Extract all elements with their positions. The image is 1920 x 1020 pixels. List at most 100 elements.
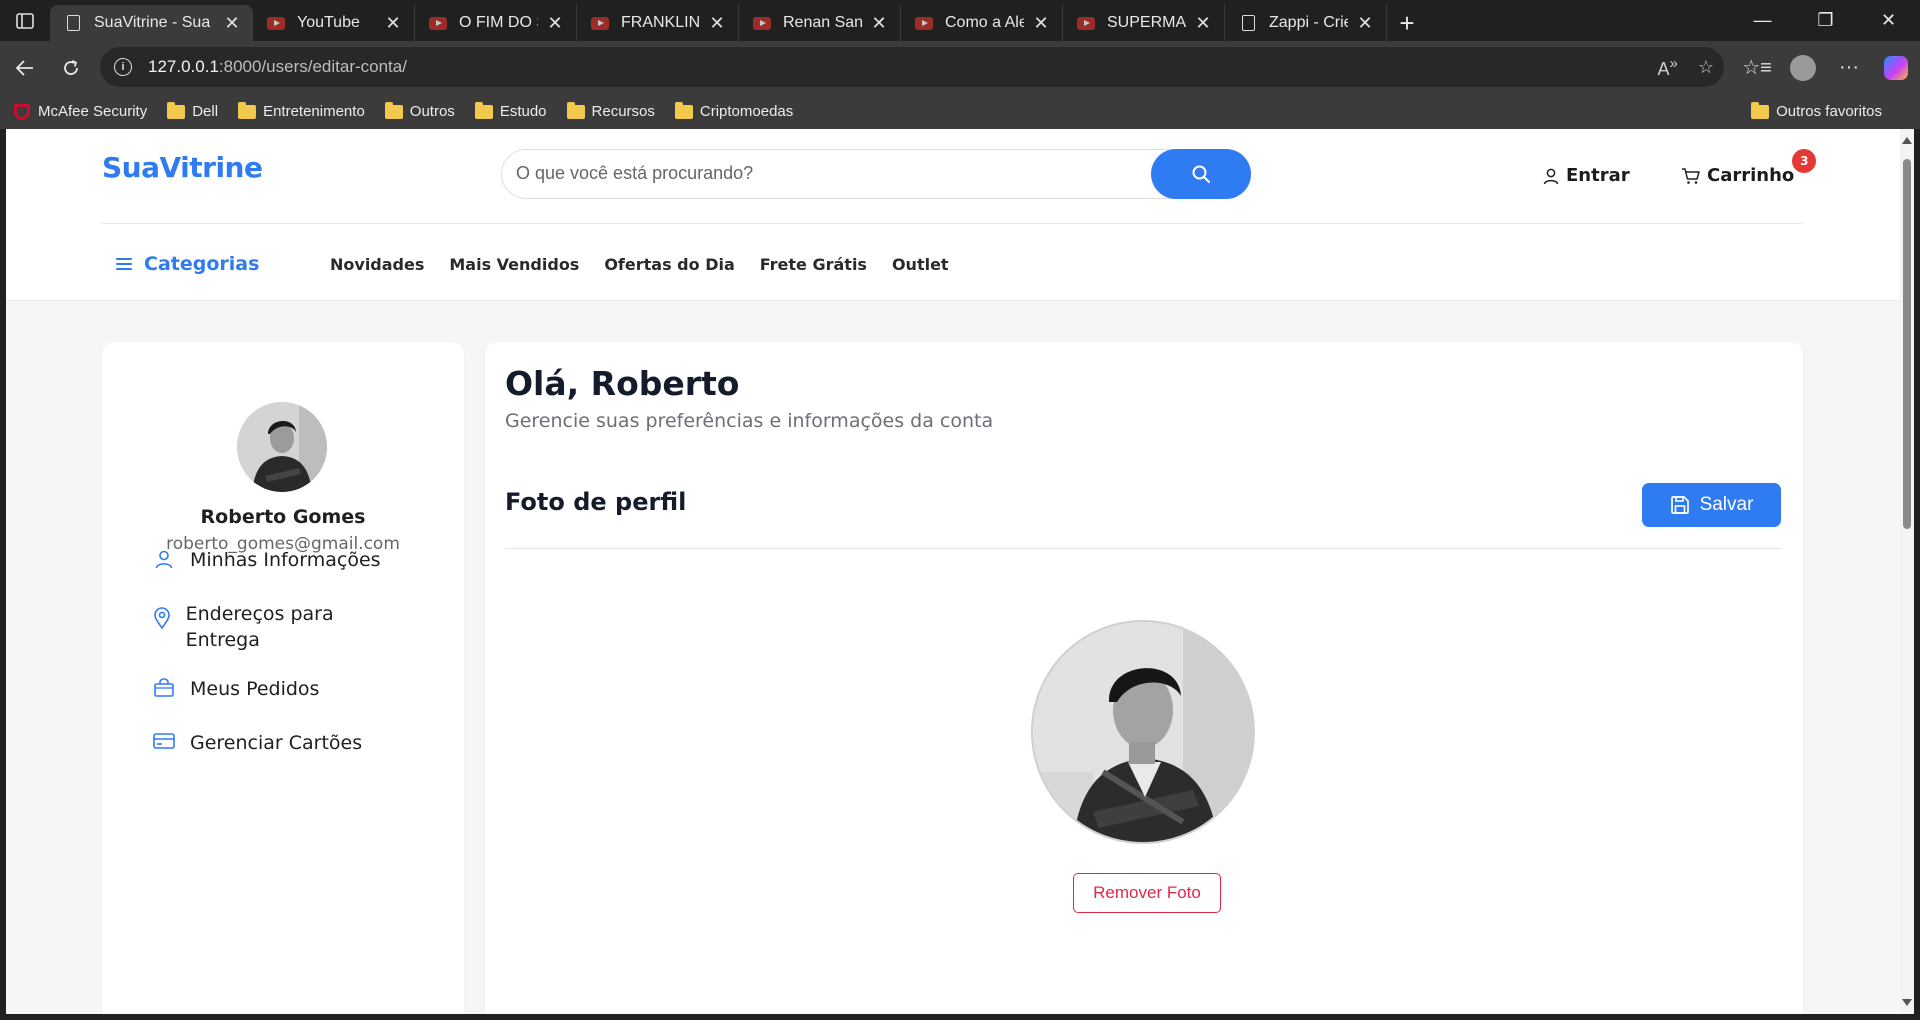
bookmark-folder[interactable]: Recursos — [566, 101, 655, 120]
folder-icon — [167, 101, 186, 119]
youtube-icon — [591, 14, 609, 32]
read-aloud-icon[interactable]: A» — [1658, 55, 1678, 80]
scrollbar-thumb[interactable] — [1903, 159, 1911, 529]
new-tab-button[interactable]: + — [1387, 5, 1427, 41]
youtube-icon — [1077, 14, 1095, 32]
account-sidebar: Roberto Gomes roberto_gomes@gmail.com Mi… — [102, 342, 464, 1014]
save-icon — [1670, 496, 1689, 514]
save-label: Salvar — [1699, 494, 1754, 515]
remove-photo-button[interactable]: Remover Foto — [1073, 873, 1221, 913]
folder-icon — [566, 101, 585, 119]
address-bar[interactable]: i 127.0.0.1:8000/users/editar-conta/ A» … — [100, 47, 1724, 87]
bookmark-folder[interactable]: Outros — [384, 101, 455, 120]
search-icon — [1192, 165, 1210, 183]
save-button[interactable]: Salvar — [1642, 483, 1781, 527]
favorites-icon[interactable]: ☆≡ — [1734, 55, 1780, 80]
nav-mais-vendidos[interactable]: Mais Vendidos — [449, 255, 579, 274]
search-input[interactable] — [516, 150, 1116, 197]
profile-photo[interactable] — [1031, 620, 1255, 844]
cart-link[interactable]: Carrinho 3 — [1681, 149, 1817, 186]
bookmark-folder[interactable]: Entretenimento — [238, 101, 365, 120]
close-icon[interactable]: ✕ — [708, 13, 726, 34]
categories-menu-button[interactable]: Categorias — [116, 253, 259, 275]
profile-avatar-icon[interactable] — [1790, 54, 1816, 81]
bookmark-folder[interactable]: Dell — [167, 101, 218, 120]
cart-count-badge: 3 — [1792, 149, 1817, 173]
youtube-icon — [429, 14, 447, 32]
more-menu-icon[interactable]: ··· — [1826, 56, 1872, 79]
page-icon — [64, 14, 82, 32]
bookmark-folder[interactable]: Estudo — [474, 101, 547, 120]
sidebar-item-gerenciar-cartoes[interactable]: Gerenciar Cartões — [152, 730, 362, 756]
page-icon — [1239, 14, 1257, 32]
copilot-icon[interactable] — [1884, 55, 1908, 80]
tab-title: Zappi - Crie sua lo — [1269, 14, 1348, 31]
user-icon — [1543, 168, 1559, 184]
sidebar-item-meus-pedidos[interactable]: Meus Pedidos — [152, 676, 319, 702]
browser-tab-youtube[interactable]: YouTube ✕ — [253, 5, 415, 41]
browser-tab[interactable]: Como a Alemanha ✕ — [901, 5, 1063, 41]
close-icon[interactable]: ✕ — [1356, 13, 1374, 34]
close-icon[interactable]: ✕ — [384, 13, 402, 34]
nav-frete-gratis[interactable]: Frete Grátis — [760, 255, 867, 274]
tab-title: SuaVitrine - Sua lo — [94, 14, 215, 31]
youtube-icon — [753, 14, 771, 32]
address-toolbar: i 127.0.0.1:8000/users/editar-conta/ A» … — [0, 41, 1920, 94]
close-icon[interactable]: ✕ — [1194, 13, 1212, 34]
browser-tab[interactable]: O FIM DO STF E D ✕ — [415, 5, 577, 41]
tab-actions-icon[interactable] — [0, 0, 50, 41]
minimize-icon[interactable]: — — [1731, 0, 1794, 41]
folder-icon — [474, 101, 493, 119]
back-arrow-icon[interactable] — [2, 48, 48, 88]
scroll-up-arrow-icon[interactable] — [1902, 137, 1912, 144]
sidebar-item-minhas-informacoes[interactable]: Minhas Informações — [152, 547, 381, 573]
reload-icon[interactable] — [48, 48, 94, 88]
bookmark-mcafee[interactable]: McAfee Security — [14, 103, 147, 120]
close-icon[interactable]: ✕ — [870, 13, 888, 34]
login-label: Entrar — [1566, 165, 1630, 186]
close-icon[interactable]: ✕ — [223, 13, 241, 34]
site-logo[interactable]: SuaVitrine — [102, 151, 263, 184]
sidebar-item-label: Meus Pedidos — [190, 678, 320, 700]
tab-title: SUPERMAN. JÁ PE — [1107, 14, 1186, 31]
site-info-icon[interactable]: i — [114, 58, 132, 76]
cart-label: Carrinho — [1707, 165, 1795, 186]
page-viewport: SuaVitrine Entrar Carrinho 3 Categorias … — [6, 129, 1900, 1014]
youtube-icon — [915, 14, 933, 32]
mcafee-icon — [14, 103, 30, 120]
sidebar-avatar — [237, 402, 327, 492]
folder-icon — [1751, 101, 1770, 119]
sidebar-item-label: Minhas Informações — [190, 549, 381, 571]
page-subtitle: Gerencie suas preferências e informações… — [505, 410, 994, 432]
window-close-icon[interactable]: ✕ — [1857, 0, 1920, 41]
close-icon[interactable]: ✕ — [1032, 13, 1050, 34]
browser-tab[interactable]: Renan Santos REA ✕ — [739, 5, 901, 41]
favorite-star-icon[interactable]: ☆ — [1698, 57, 1714, 78]
folder-icon — [674, 101, 693, 119]
sidebar-item-enderecos[interactable]: Endereços para Entrega — [152, 601, 372, 653]
bookmark-other-favorites[interactable]: Outros favoritos — [1751, 101, 1882, 120]
login-link[interactable]: Entrar — [1542, 165, 1630, 186]
user-icon — [152, 547, 176, 569]
scroll-down-arrow-icon[interactable] — [1902, 999, 1912, 1006]
browser-tab-suavitrine[interactable]: SuaVitrine - Sua lo ✕ — [50, 5, 253, 41]
restore-icon[interactable]: ❐ — [1794, 0, 1857, 41]
nav-novidades[interactable]: Novidades — [330, 255, 424, 274]
user-name: Roberto Gomes — [200, 506, 366, 528]
search-bar — [501, 148, 1251, 199]
page-scrollbar[interactable] — [1900, 129, 1914, 1014]
nav-ofertas-do-dia[interactable]: Ofertas do Dia — [604, 255, 734, 274]
nav-outlet[interactable]: Outlet — [892, 255, 949, 274]
browser-tab[interactable]: FRANKLIN RICHAR ✕ — [577, 5, 739, 41]
bookmark-folder[interactable]: Criptomoedas — [674, 101, 793, 120]
url-text: 127.0.0.1:8000/users/editar-conta/ — [148, 57, 407, 76]
tab-title: O FIM DO STF E D — [459, 14, 538, 31]
browser-tab[interactable]: SUPERMAN. JÁ PE ✕ — [1063, 5, 1225, 41]
cart-icon — [1682, 167, 1700, 184]
browser-tab-bar: SuaVitrine - Sua lo ✕ YouTube ✕ O FIM DO… — [0, 0, 1920, 41]
browser-tab[interactable]: Zappi - Crie sua lo ✕ — [1225, 5, 1387, 41]
tab-title: FRANKLIN RICHAR — [621, 14, 700, 31]
categories-label: Categorias — [144, 253, 260, 275]
search-button[interactable] — [1151, 148, 1251, 199]
close-icon[interactable]: ✕ — [546, 13, 564, 34]
